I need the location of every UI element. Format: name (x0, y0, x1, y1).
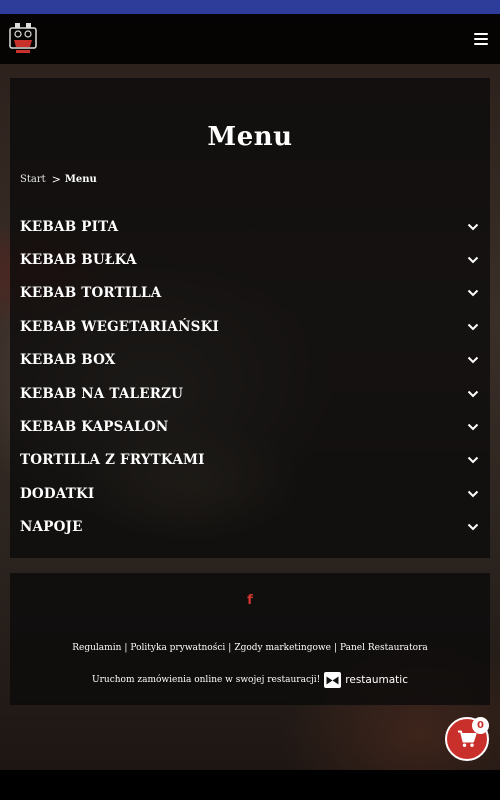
category-label: KEBAB BUŁKA (20, 252, 137, 269)
category-label: KEBAB WEGETARIAŃSKI (20, 318, 220, 335)
category-label: KEBAB PITA (20, 218, 119, 235)
category-list: KEBAB PITA KEBAB BUŁKA KEBAB TORTILLA KE… (10, 210, 490, 544)
footer-link-panel-restauratora[interactable]: Panel Restauratora (340, 643, 428, 653)
chevron-down-icon (466, 255, 480, 265)
category-kebab-box[interactable]: KEBAB BOX (10, 344, 490, 377)
category-label: TORTILLA Z FRYTKAMI (20, 452, 205, 469)
facebook-icon[interactable]: f (10, 593, 490, 608)
chevron-down-icon (466, 489, 480, 499)
chevron-down-icon (466, 422, 480, 432)
promo-text: Uruchom zamówienia online w swojej resta… (92, 675, 321, 685)
category-tortilla-z-frytkami[interactable]: TORTILLA Z FRYTKAMI (10, 444, 490, 477)
shopping-cart-icon (458, 730, 477, 747)
restaurant-logo-icon[interactable] (6, 19, 40, 59)
chevron-down-icon (466, 455, 480, 465)
breadcrumb-separator-icon: > (51, 173, 61, 186)
page-title: Menu (207, 122, 293, 152)
link-separator: | (228, 643, 232, 653)
cart-count-badge: 0 (472, 717, 489, 734)
link-separator: | (124, 643, 128, 653)
category-kebab-kapsalon[interactable]: KEBAB KAPSALON (10, 410, 490, 443)
footer-links: Regulamin | Polityka prywatności | Zgody mar… (10, 643, 490, 653)
chevron-down-icon (466, 522, 480, 532)
category-kebab-tortilla[interactable]: KEBAB TORTILLA (10, 277, 490, 310)
category-label: KEBAB NA TALERZU (20, 385, 184, 402)
site-header (0, 14, 500, 64)
link-separator: | (333, 643, 337, 653)
category-kebab-wegetarianski[interactable]: KEBAB WEGETARIAŃSKI (10, 310, 490, 343)
menu-panel: Menu Start > Menu KEBAB PITA KEBAB BUŁKA… (10, 78, 490, 558)
category-label: KEBAB KAPSALON (20, 419, 169, 436)
breadcrumb: Start > Menu (20, 173, 97, 186)
hamburger-menu-icon[interactable] (474, 33, 488, 45)
footer-promo: Uruchom zamówienia online w swojej resta… (10, 672, 490, 688)
chevron-down-icon (466, 355, 480, 365)
top-status-strip (0, 0, 500, 14)
category-kebab-na-talerzu[interactable]: KEBAB NA TALERZU (10, 377, 490, 410)
restaumatic-logo[interactable]: restaumatic (324, 672, 408, 688)
footer-panel: f Regulamin | Polityka prywatności | Zgody m… (10, 573, 490, 705)
footer-link-zgody-marketingowe[interactable]: Zgody marketingowe (234, 643, 331, 653)
bottom-strip (0, 770, 500, 800)
footer-link-regulamin[interactable]: Regulamin (72, 643, 121, 653)
chevron-down-icon (466, 389, 480, 399)
restaumatic-brand-name: restaumatic (345, 674, 408, 686)
breadcrumb-start-link[interactable]: Start (20, 174, 46, 185)
chevron-down-icon (466, 222, 480, 232)
restaumatic-bowtie-icon (324, 672, 342, 688)
category-label: KEBAB TORTILLA (20, 285, 162, 302)
category-kebab-pita[interactable]: KEBAB PITA (10, 210, 490, 243)
category-dodatki[interactable]: DODATKI (10, 477, 490, 510)
category-label: NAPOJE (20, 519, 83, 536)
category-label: KEBAB BOX (20, 352, 116, 369)
breadcrumb-current: Menu (64, 174, 97, 185)
category-kebab-bulka[interactable]: KEBAB BUŁKA (10, 243, 490, 276)
chevron-down-icon (466, 322, 480, 332)
chevron-down-icon (466, 288, 480, 298)
category-napoje[interactable]: NAPOJE (10, 511, 490, 544)
footer-link-polityka-prywatnosci[interactable]: Polityka prywatności (130, 643, 225, 653)
category-label: DODATKI (20, 485, 95, 502)
